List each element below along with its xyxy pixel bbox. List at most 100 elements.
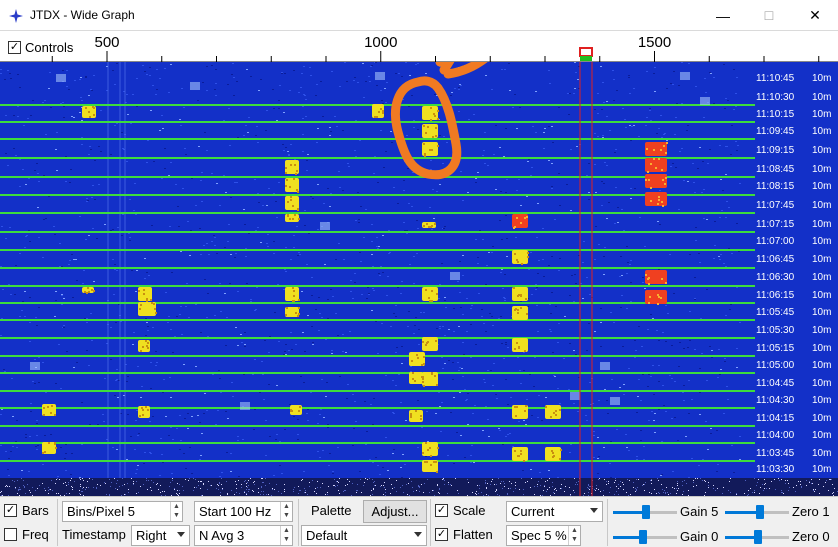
timestamp-label: 11:07:00 bbox=[756, 236, 795, 247]
band-label: 10m bbox=[812, 307, 831, 318]
tx-frequency-marker[interactable] bbox=[580, 56, 592, 61]
timestamp-label: 11:06:15 bbox=[756, 290, 795, 301]
timestamp-label: 11:09:45 bbox=[756, 126, 795, 137]
gain-slider-top[interactable] bbox=[613, 502, 677, 522]
start-frequency-spinbox[interactable]: Start 100 Hz ▲ ▼ bbox=[194, 501, 293, 522]
timestamp-label: 11:05:30 bbox=[756, 325, 795, 336]
slider-thumb[interactable] bbox=[756, 505, 764, 519]
band-label: 10m bbox=[812, 395, 831, 406]
frequency-ruler[interactable]: 50010001500200025003000 ✓ Controls bbox=[0, 31, 838, 62]
title-bar: JTDX - Wide Graph — ☐ ✕ bbox=[0, 0, 838, 31]
timestamp-label: 11:04:00 bbox=[756, 430, 795, 441]
spec-percent-value: Spec 5 % bbox=[511, 528, 567, 543]
weak-signal bbox=[610, 397, 620, 405]
zero-slider-top[interactable] bbox=[725, 502, 789, 522]
navg-spinbox[interactable]: N Avg 3 ▲ ▼ bbox=[194, 525, 293, 546]
signal-trace[interactable] bbox=[645, 158, 667, 172]
weak-signal bbox=[320, 222, 330, 230]
band-label: 10m bbox=[812, 378, 831, 389]
band-label: 10m bbox=[812, 343, 831, 354]
flatten-check-icon: ✓ bbox=[435, 528, 448, 541]
band-label: 10m bbox=[812, 254, 831, 265]
zero-bottom-label: Zero 0 bbox=[792, 529, 830, 544]
signal-trace[interactable] bbox=[422, 372, 438, 386]
chevron-down-icon bbox=[414, 532, 422, 537]
palette-label: Palette bbox=[311, 503, 352, 518]
freq-label: Freq bbox=[22, 527, 49, 542]
signal-trace[interactable] bbox=[409, 372, 423, 384]
timestamp-label: 11:07:15 bbox=[756, 219, 795, 230]
zero-slider-bottom[interactable] bbox=[725, 527, 789, 547]
signal-trace[interactable] bbox=[512, 214, 528, 228]
signal-trace[interactable] bbox=[285, 287, 299, 301]
signal-trace[interactable] bbox=[422, 337, 438, 351]
palette-value: Default bbox=[306, 528, 348, 543]
divider bbox=[607, 499, 608, 546]
controls-checkbox[interactable]: ✓ Controls bbox=[8, 40, 73, 55]
slider-thumb[interactable] bbox=[754, 530, 762, 544]
minimize-button[interactable]: — bbox=[700, 0, 746, 31]
freq-check-icon bbox=[4, 528, 17, 541]
signal-trace[interactable] bbox=[645, 142, 667, 156]
timestamp-label: 11:06:45 bbox=[756, 254, 795, 265]
scale-checkbox[interactable]: ✓ Scale bbox=[435, 503, 486, 518]
spectrum-type-combo[interactable]: Current bbox=[506, 501, 603, 522]
band-label: 10m bbox=[812, 73, 831, 84]
bins-per-pixel-value: Bins/Pixel 5 bbox=[67, 504, 135, 519]
timestamp-label: 11:05:15 bbox=[756, 343, 795, 354]
spin-arrows-icon[interactable]: ▲ ▼ bbox=[280, 502, 292, 521]
scale-check-icon: ✓ bbox=[435, 504, 448, 517]
start-frequency-value: Start 100 Hz bbox=[199, 504, 272, 519]
freq-checkbox[interactable]: Freq bbox=[4, 527, 49, 542]
bars-checkbox[interactable]: ✓ Bars bbox=[4, 503, 49, 518]
waterfall-background bbox=[0, 62, 838, 496]
spin-arrows-icon[interactable]: ▲ ▼ bbox=[280, 526, 292, 545]
timestamp-label: Timestamp bbox=[62, 527, 126, 542]
band-label: 10m bbox=[812, 272, 831, 283]
spin-arrows-icon[interactable]: ▲ ▼ bbox=[170, 502, 182, 521]
chevron-down-icon bbox=[177, 532, 185, 537]
weak-signal bbox=[700, 97, 710, 105]
band-label: 10m bbox=[812, 290, 831, 301]
weak-signal bbox=[450, 272, 460, 280]
adjust-button[interactable]: Adjust... bbox=[363, 500, 427, 523]
timestamp-label: 11:06:30 bbox=[756, 272, 795, 283]
timestamp-label: 11:03:30 bbox=[756, 464, 795, 475]
flatten-checkbox[interactable]: ✓ Flatten bbox=[435, 527, 493, 542]
band-label: 10m bbox=[812, 430, 831, 441]
palette-combo[interactable]: Default bbox=[301, 525, 427, 546]
controls-panel: ✓ Bars Freq Bins/Pixel 5 ▲ ▼ Timestamp Ri… bbox=[0, 496, 838, 547]
bars-check-icon: ✓ bbox=[4, 504, 17, 517]
timestamp-label: 11:10:30 bbox=[756, 92, 795, 103]
window-title: JTDX - Wide Graph bbox=[30, 8, 135, 22]
signal-trace[interactable] bbox=[645, 192, 667, 206]
ruler-tick-label: 500 bbox=[94, 34, 119, 51]
band-label: 10m bbox=[812, 413, 831, 424]
bins-per-pixel-spinbox[interactable]: Bins/Pixel 5 ▲ ▼ bbox=[62, 501, 183, 522]
controls-check-icon: ✓ bbox=[8, 41, 21, 54]
timestamp-label: 11:04:15 bbox=[756, 413, 795, 424]
band-label: 10m bbox=[812, 360, 831, 371]
timestamp-label: 11:08:45 bbox=[756, 164, 795, 175]
timestamp-label: 11:04:30 bbox=[756, 395, 795, 406]
rx-frequency-marker[interactable] bbox=[579, 47, 593, 57]
spin-arrows-icon[interactable]: ▲ ▼ bbox=[568, 526, 580, 545]
band-label: 10m bbox=[812, 145, 831, 156]
waterfall-display[interactable]: 11:10:45 10m 11:10:30 10m 11:10:15 10m 11:09:4… bbox=[0, 62, 838, 496]
timestamp-combo[interactable]: Right bbox=[131, 525, 190, 546]
band-label: 10m bbox=[812, 464, 831, 475]
maximize-button[interactable]: ☐ bbox=[746, 0, 792, 31]
zero-top-label: Zero 1 bbox=[792, 504, 830, 519]
signal-trace[interactable] bbox=[512, 250, 528, 264]
slider-thumb[interactable] bbox=[642, 505, 650, 519]
band-label: 10m bbox=[812, 448, 831, 459]
gain-slider-bottom[interactable] bbox=[613, 527, 677, 547]
weak-signal bbox=[680, 72, 690, 80]
navg-value: N Avg 3 bbox=[199, 528, 245, 543]
spec-percent-spinbox[interactable]: Spec 5 % ▲ ▼ bbox=[506, 525, 581, 546]
signal-trace[interactable] bbox=[645, 290, 667, 304]
ruler-scale: 50010001500200025003000 bbox=[51, 34, 820, 62]
slider-thumb[interactable] bbox=[639, 530, 647, 544]
close-button[interactable]: ✕ bbox=[792, 0, 838, 31]
ruler-tick-label: 1500 bbox=[638, 34, 671, 51]
